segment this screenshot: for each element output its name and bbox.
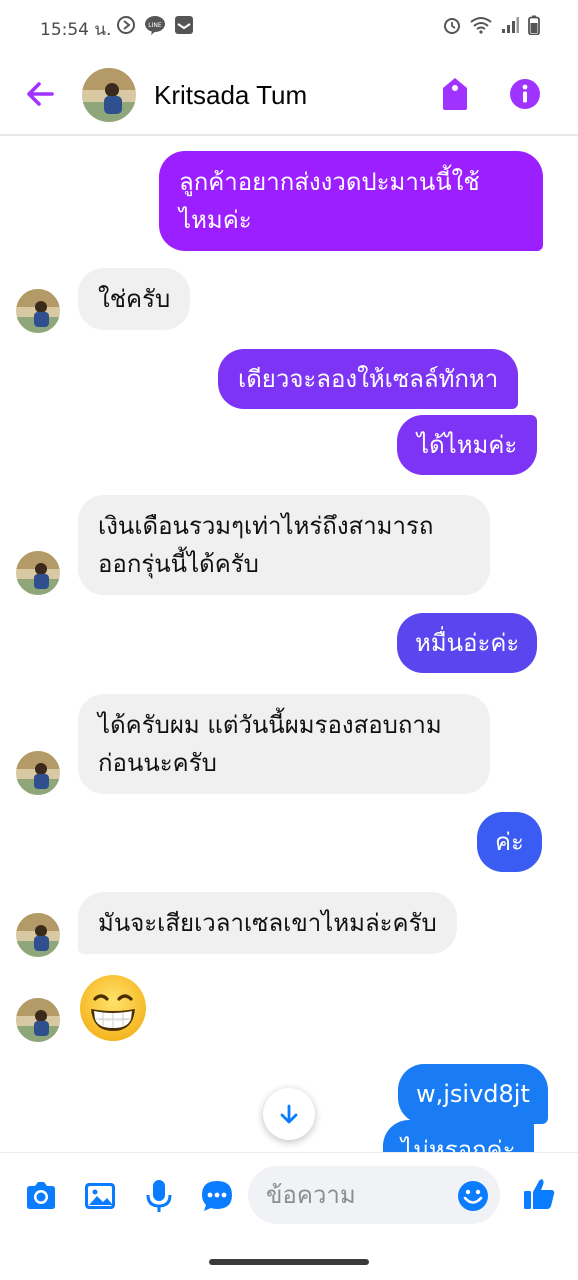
scroll-to-bottom-button[interactable] (263, 1088, 315, 1140)
outgoing-message[interactable]: w,jsivd8jt (398, 1064, 548, 1124)
incoming-message[interactable]: ได้ครับผม แต่วันนี้ผมรองสอบถามก่อนนะครับ (78, 694, 490, 794)
battery-icon (528, 15, 540, 35)
info-icon[interactable] (507, 76, 543, 112)
svg-text:LINE: LINE (148, 22, 162, 29)
contact-avatar[interactable] (82, 68, 136, 122)
status-left-icons: LINE (116, 15, 194, 35)
inbox-icon (175, 16, 193, 34)
data-saver-icon (117, 16, 135, 34)
alarm-icon (444, 18, 460, 34)
status-right-icons (443, 15, 540, 35)
tag-icon[interactable] (438, 76, 472, 112)
microphone-icon[interactable] (140, 1177, 178, 1215)
sender-avatar[interactable] (16, 913, 60, 957)
signal-icon (502, 17, 519, 33)
conversation-header: Kritsada Tum (0, 52, 578, 136)
outgoing-message[interactable]: หมื่นอ่ะค่ะ (397, 613, 538, 673)
outgoing-message[interactable]: ได้ไหมค่ะ (397, 415, 538, 475)
outgoing-message[interactable]: ลูกค้าอยากส่งงวดปะมานนี้ใช้ไหมค่ะ (159, 151, 543, 251)
thumbs-up-icon[interactable] (520, 1175, 558, 1213)
incoming-message[interactable]: เงินเดือนรวมๆเท่าไหร่ถึงสามารถออกรุ่นนี้… (78, 495, 490, 595)
camera-icon[interactable] (22, 1177, 60, 1215)
wifi-icon (470, 17, 492, 34)
sender-avatar[interactable] (16, 551, 60, 595)
incoming-message[interactable]: มันจะเสียเวลาเซลเขาไหมล่ะครับ (78, 892, 457, 954)
status-bar: 15:54 น. LINE (0, 0, 578, 52)
message-list[interactable]: ลูกค้าอยากส่งงวดปะมานนี้ใช้ไหมค่ะ ใช่ครั… (0, 137, 578, 1152)
message-composer (0, 1152, 578, 1240)
gallery-icon[interactable] (81, 1177, 119, 1215)
contact-name[interactable]: Kritsada Tum (154, 80, 307, 111)
status-time: 15:54 น. (40, 20, 112, 40)
sender-avatar[interactable] (16, 998, 60, 1042)
sender-avatar[interactable] (16, 751, 60, 795)
line-app-icon: LINE (145, 16, 165, 35)
back-arrow-icon[interactable] (22, 76, 58, 112)
outgoing-message[interactable]: ค่ะ (477, 812, 542, 872)
home-indicator[interactable] (209, 1259, 369, 1265)
emoji-picker-icon[interactable] (456, 1179, 490, 1213)
grinning-face-emoji-icon[interactable] (78, 973, 148, 1043)
outgoing-message[interactable]: เดียวจะลองให้เซลล์ทักหา (218, 349, 519, 409)
incoming-message[interactable]: ใช่ครับ (78, 268, 191, 330)
sender-avatar[interactable] (16, 289, 60, 333)
chat-bubble-icon[interactable] (198, 1177, 236, 1215)
arrow-down-icon (280, 1104, 298, 1124)
outgoing-message[interactable]: ไม่หรอกค่ะ (383, 1120, 534, 1152)
